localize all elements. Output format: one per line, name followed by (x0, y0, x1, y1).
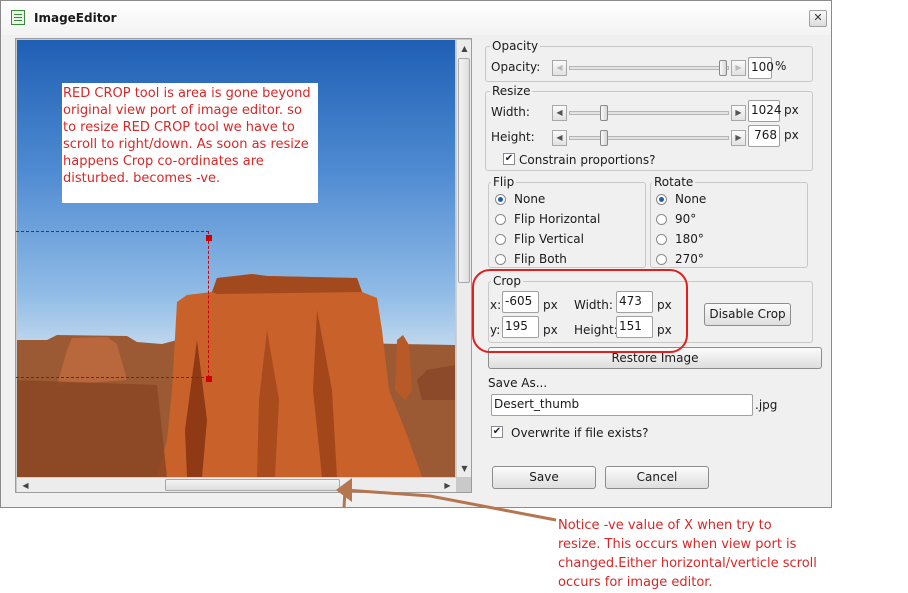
annotation-text: Notice -ve value of X when try to resize… (558, 518, 817, 590)
annotation-arrow (336, 478, 557, 522)
